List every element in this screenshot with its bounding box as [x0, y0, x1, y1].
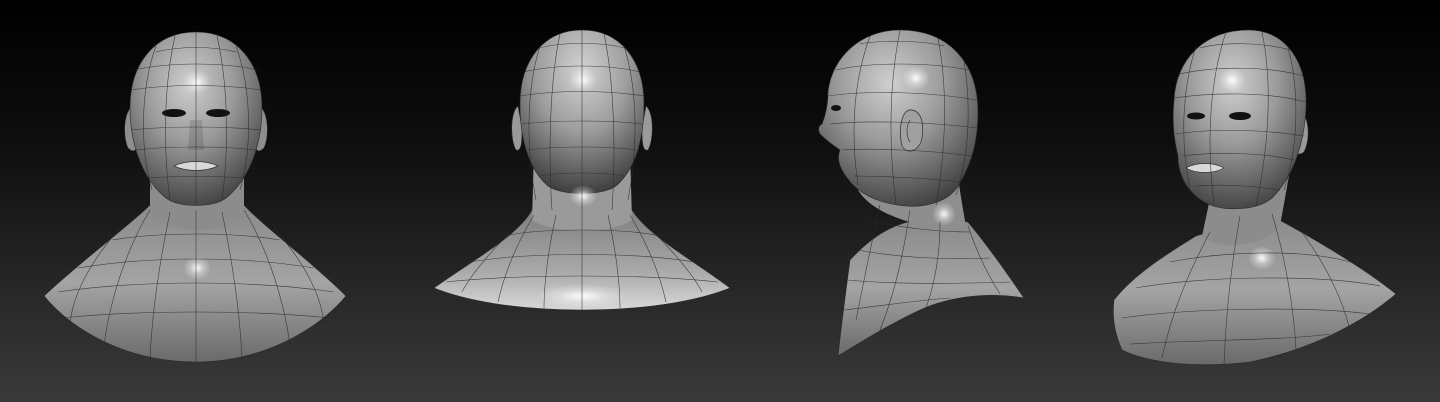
render-viewport	[0, 0, 1440, 402]
render-canvas	[0, 0, 1440, 402]
